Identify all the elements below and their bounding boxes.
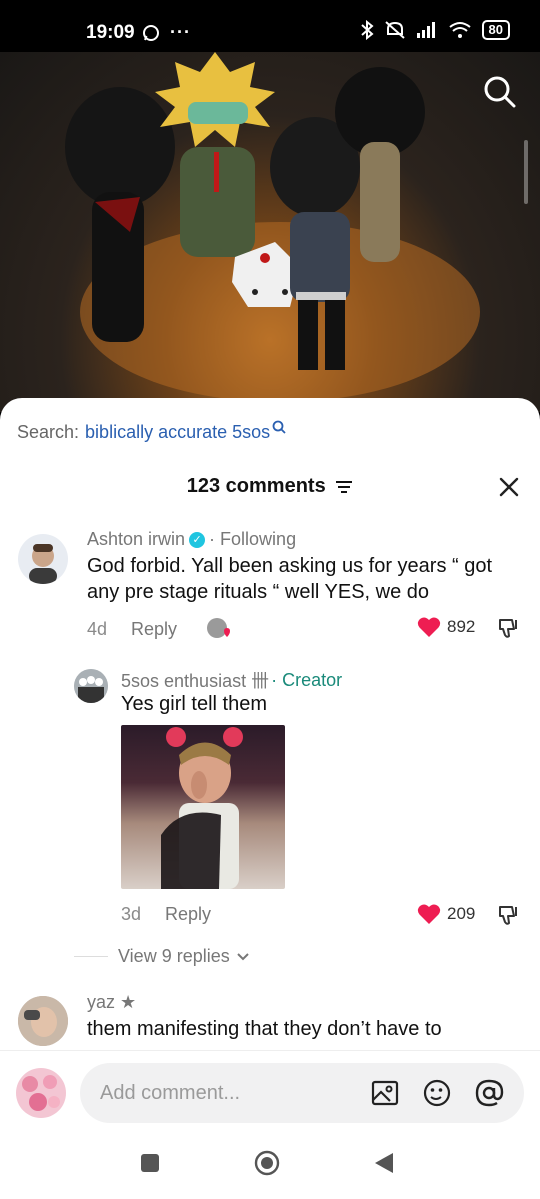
status-left-icons: ··· bbox=[142, 22, 191, 43]
dislike-icon[interactable] bbox=[497, 616, 521, 640]
reply-age: 3d bbox=[121, 904, 142, 924]
comment-text: them manifesting that they don’t have to bbox=[87, 1018, 442, 1040]
creator-badge: · Creator bbox=[271, 669, 343, 690]
dislike-icon[interactable] bbox=[497, 903, 521, 927]
comment-author[interactable]: yaz ★ bbox=[87, 992, 136, 1013]
comment-text: God forbid. Yall been asking us for year… bbox=[87, 555, 493, 603]
video-player[interactable] bbox=[0, 52, 540, 412]
more-dots-icon: ··· bbox=[170, 22, 191, 42]
comment-meta: 4d Reply bbox=[87, 617, 233, 641]
close-icon[interactable] bbox=[498, 476, 520, 498]
home-icon[interactable] bbox=[254, 1150, 280, 1176]
reply-avatar[interactable] bbox=[74, 669, 108, 703]
view-replies-button[interactable]: View 9 replies bbox=[74, 946, 250, 967]
comment-author[interactable]: Ashton irwin ✓ · Following bbox=[87, 529, 296, 550]
search-suggestion[interactable]: Search: biblically accurate 5sos bbox=[17, 420, 286, 443]
filter-icon[interactable] bbox=[335, 480, 353, 494]
image-icon[interactable] bbox=[370, 1078, 400, 1108]
reply-author-name[interactable]: 5sos enthusiast 卌 bbox=[121, 667, 269, 693]
search-small-icon bbox=[272, 420, 286, 434]
reply-author[interactable]: 5sos enthusiast 卌 · Creator bbox=[121, 667, 342, 693]
signal-icon bbox=[416, 22, 435, 38]
reply-like-button[interactable]: 209 bbox=[417, 903, 475, 925]
comment-age: 4d bbox=[87, 618, 108, 639]
comments-count: 123 comments bbox=[186, 475, 326, 497]
reply-meta: 3d Reply bbox=[121, 904, 211, 925]
comments-header: 123 comments bbox=[0, 475, 540, 498]
like-count: 892 bbox=[447, 617, 476, 636]
mute-icon bbox=[384, 21, 405, 39]
creator-liked-icon bbox=[207, 617, 233, 641]
video-frame bbox=[65, 52, 480, 402]
system-nav-bar bbox=[0, 1132, 540, 1199]
wifi-icon bbox=[448, 22, 471, 38]
chevron-down-icon bbox=[237, 952, 249, 960]
scroll-indicator bbox=[524, 140, 528, 204]
heart-icon bbox=[417, 617, 441, 637]
back-icon[interactable] bbox=[371, 1150, 397, 1176]
reply-button[interactable]: Reply bbox=[131, 619, 177, 640]
view-replies-divider bbox=[74, 956, 108, 957]
comment-author-name[interactable]: Ashton irwin bbox=[87, 529, 185, 550]
view-replies-label[interactable]: View 9 replies bbox=[118, 946, 230, 967]
reply-like-count: 209 bbox=[447, 904, 476, 923]
status-time: 19:09 bbox=[86, 22, 135, 43]
avatar[interactable] bbox=[18, 534, 68, 584]
my-avatar[interactable] bbox=[16, 1068, 66, 1118]
status-right-icons: 80 bbox=[360, 20, 510, 40]
like-button[interactable]: 892 bbox=[417, 616, 475, 638]
bluetooth-icon bbox=[360, 20, 374, 40]
comment-author-name[interactable]: yaz ★ bbox=[87, 992, 136, 1013]
search-prefix: Search: bbox=[17, 422, 80, 442]
reply-text: Yes girl tell them bbox=[121, 693, 267, 715]
search-query-link[interactable]: biblically accurate 5sos bbox=[85, 422, 270, 443]
mention-icon[interactable] bbox=[474, 1078, 504, 1108]
status-bar: 19:09 ··· 80 bbox=[0, 0, 540, 52]
whatsapp-icon bbox=[143, 24, 159, 41]
reply-button[interactable]: Reply bbox=[165, 904, 211, 925]
reply-image[interactable] bbox=[121, 725, 285, 889]
emoji-icon[interactable] bbox=[422, 1078, 452, 1108]
recent-apps-icon[interactable] bbox=[137, 1150, 163, 1176]
comment-input-bar bbox=[0, 1050, 540, 1132]
comment-author-relation: · Following bbox=[209, 529, 297, 549]
search-icon[interactable] bbox=[482, 74, 518, 110]
comment-input[interactable] bbox=[80, 1063, 524, 1123]
comment-text-input[interactable] bbox=[100, 1063, 350, 1123]
heart-icon bbox=[417, 904, 441, 924]
avatar[interactable] bbox=[18, 996, 68, 1046]
battery-indicator: 80 bbox=[481, 20, 510, 40]
verified-icon: ✓ bbox=[189, 531, 206, 548]
